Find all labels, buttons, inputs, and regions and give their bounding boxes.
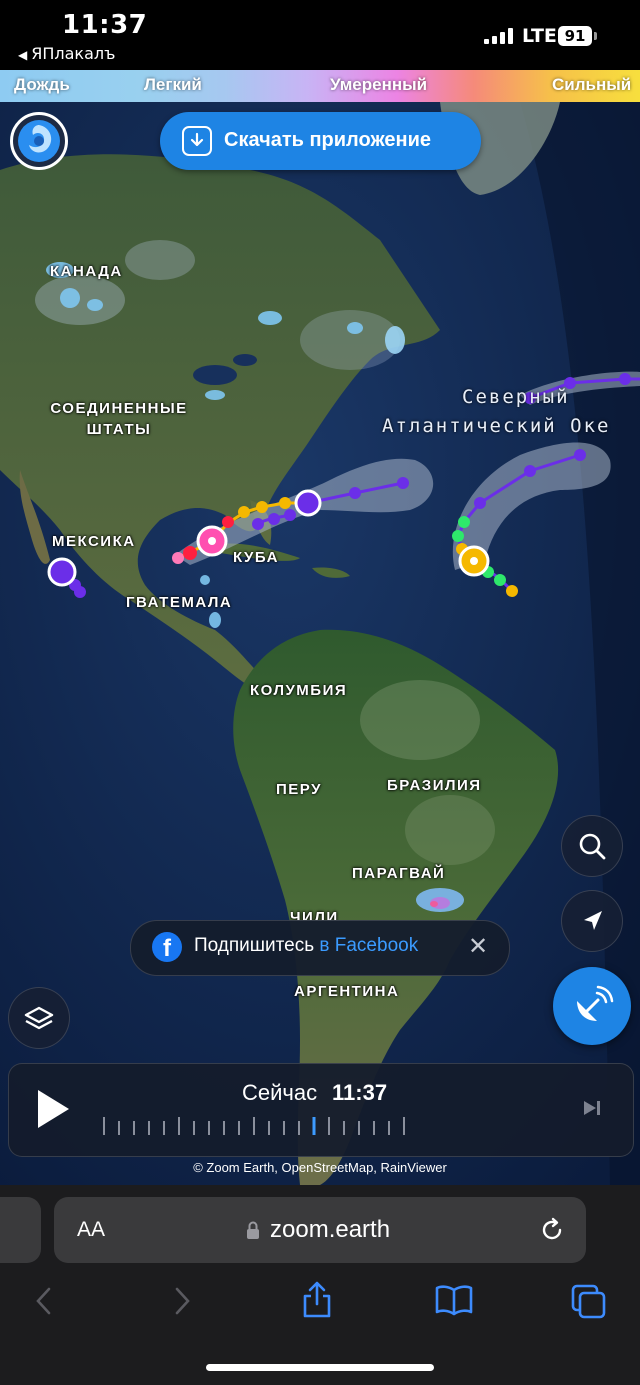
battery-icon: 91 [558,26,592,46]
bookmarks-icon[interactable] [434,1284,474,1316]
facebook-follow-prefix: Подпишитесь [194,935,320,956]
back-to-app-link[interactable]: ◀ ЯПлакалъ [18,44,115,63]
battery-tip [594,32,597,40]
legend-label-rain: Дождь [14,75,70,94]
great-lakes [193,365,237,385]
skip-to-end-icon[interactable] [582,1098,602,1118]
app-logo-button[interactable] [10,112,68,170]
legend-label-light: Легкий [144,75,202,94]
download-app-label: Скачать приложение [224,129,431,151]
facebook-icon: f [152,932,182,962]
timeline-scrubber[interactable] [100,1115,410,1137]
precipitation-legend: Дождь Легкий Умеренный Сильный [0,70,640,102]
legend-label-moderate: Умеренный [330,75,428,94]
previous-tab-stub[interactable] [0,1197,41,1263]
layers-button[interactable] [8,987,70,1049]
share-icon[interactable] [300,1280,334,1320]
map-label-colombia: КОЛУМБИЯ [250,682,348,699]
status-time: 11:37 [62,10,148,40]
cloud-patch [360,680,480,760]
map-label-peru: ПЕРУ [276,781,322,798]
satellite-layer-button[interactable] [553,967,631,1045]
locate-me-button[interactable] [561,890,623,952]
map-label-argentina: АРГЕНТИНА [294,983,400,1000]
download-icon [182,126,212,156]
map-attribution: © Zoom Earth, OpenStreetMap, RainViewer [193,1160,447,1175]
close-icon[interactable]: ✕ [468,932,488,960]
search-icon [579,833,606,860]
facebook-follow-text[interactable]: Подпишитесь в Facebook [194,935,418,957]
back-app-name: ЯПлакалъ [31,44,116,63]
network-type: LTE [522,25,557,47]
layers-icon [24,1006,54,1030]
lock-icon [244,1220,262,1240]
signal-icon [484,28,518,44]
map-label-usa: СОЕДИНЕННЫЕ ШТАТЫ [50,400,188,438]
lake [233,354,257,366]
back-arrow-icon: ◀ [18,48,28,62]
zoom-earth-logo-icon [18,120,60,162]
cloud-patch [125,240,195,280]
ocean-label-line1: Северный [462,386,570,408]
timeline-player [8,1063,634,1157]
current-time: 11:37 [332,1080,388,1105]
home-indicator [206,1364,434,1371]
back-chevron-icon[interactable] [32,1286,56,1316]
cloud-patch [405,795,495,865]
ocean-label-line2: Атлантический Оке [382,415,611,437]
url-text[interactable]: zoom.earth [270,1216,390,1244]
map-label-brazil: БРАЗИЛИЯ [387,777,482,794]
map-label-paraguay: ПАРАГВАЙ [352,865,446,882]
map-label-cuba: КУБА [233,549,279,566]
search-button[interactable] [561,815,623,877]
forward-chevron-icon[interactable] [170,1286,194,1316]
reader-settings-button[interactable]: AA [77,1218,105,1242]
satellite-dish-icon [577,985,614,1021]
location-arrow-icon [584,911,602,930]
reload-icon[interactable] [540,1216,566,1244]
map-label-canada: КАНАДА [50,263,123,280]
tabs-icon[interactable] [570,1283,608,1319]
now-label: Сейчас [242,1080,318,1105]
legend-label-heavy: Сильный [552,75,632,94]
map-label-mexico: МЕКСИКА [52,533,136,550]
play-icon[interactable] [38,1090,69,1128]
cloud-patch [35,275,125,325]
map-label-chile: ЧИЛИ [290,909,339,920]
map-label-guatemala: ГВАТЕМАЛА [126,594,233,611]
facebook-follow-link[interactable]: в Facebook [319,935,418,956]
